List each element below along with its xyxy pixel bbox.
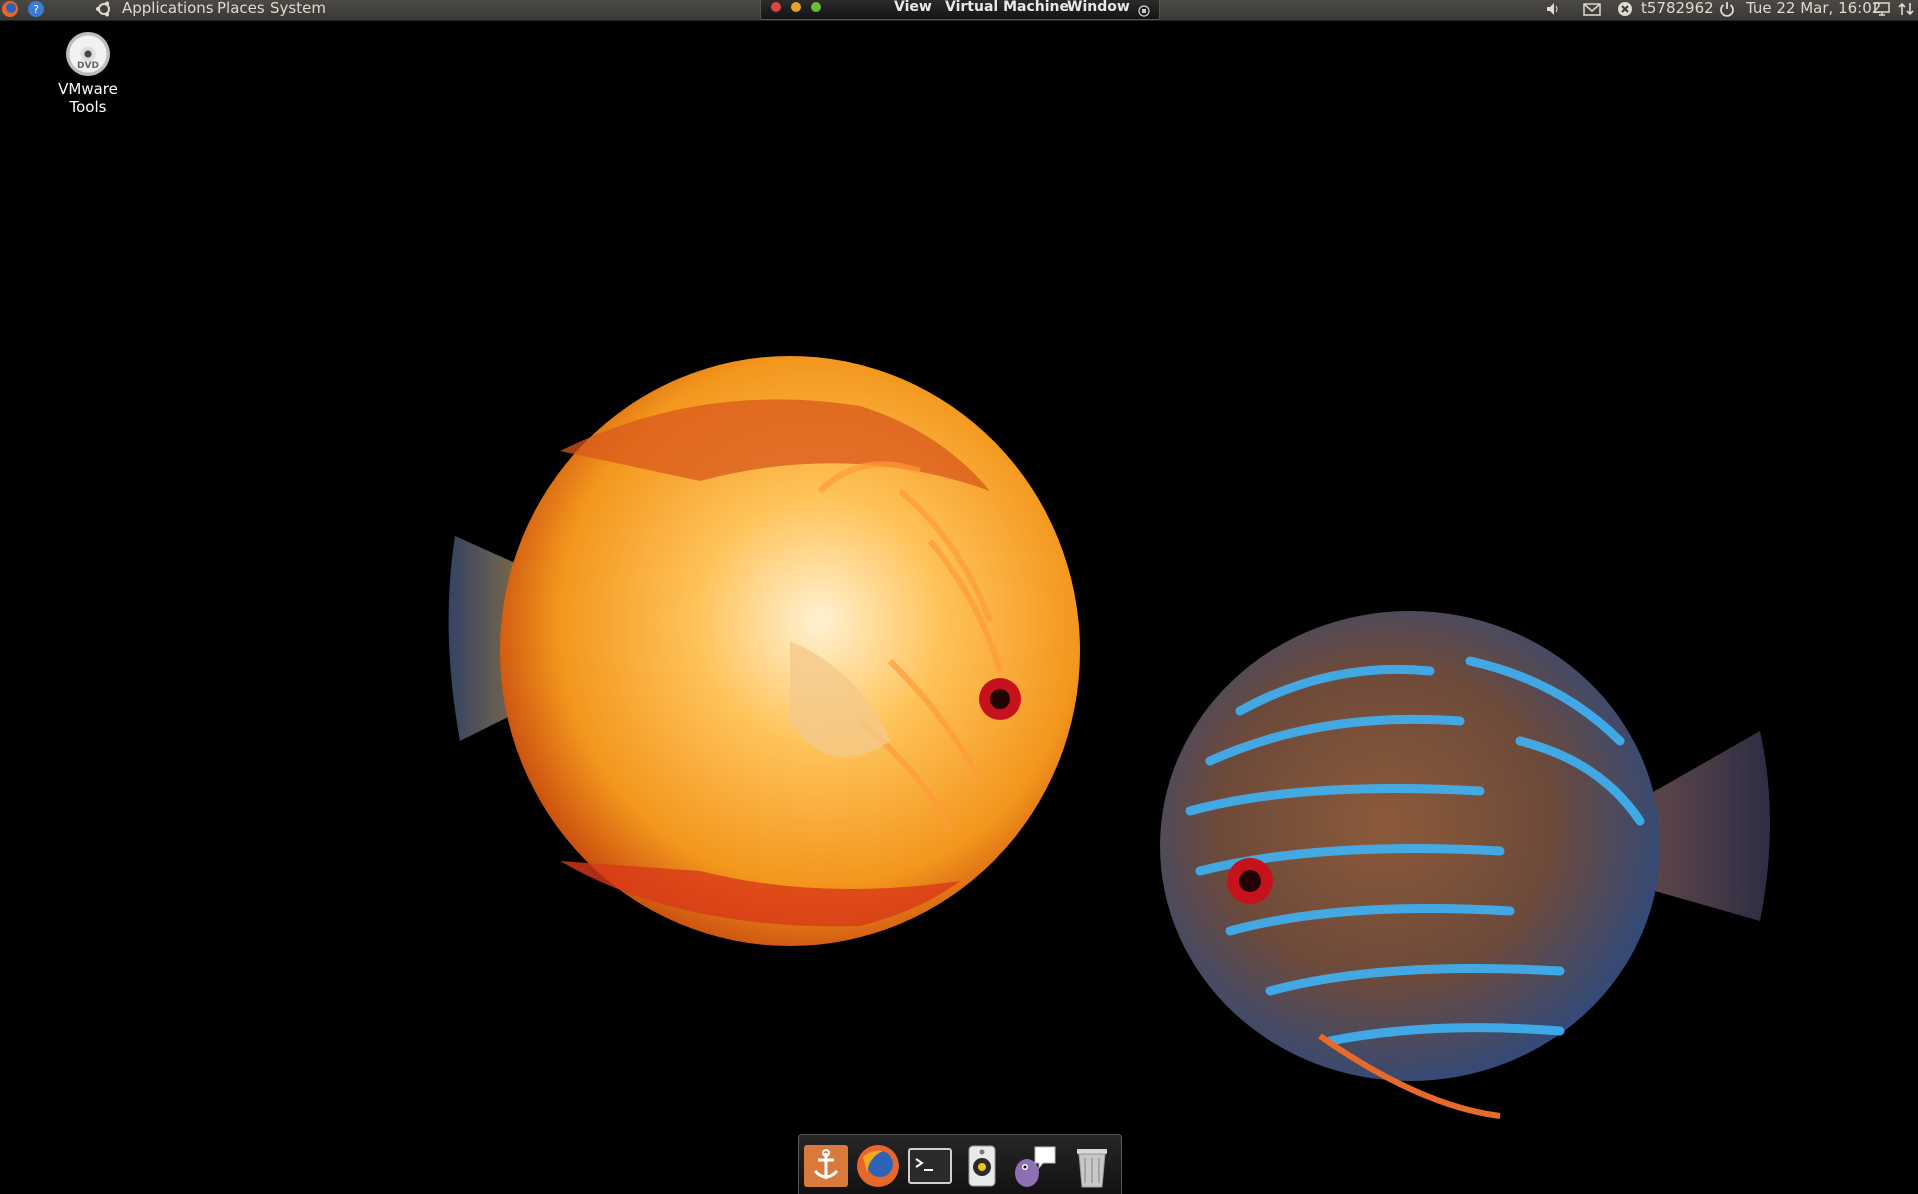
virtual-machine-menu[interactable]: Virtual Machine [945, 0, 1069, 15]
blue-discus-fish [1160, 611, 1770, 1119]
wallpaper [448, 356, 1770, 1119]
dvd-disc-text: DVD [77, 61, 99, 71]
firefox-launcher-dock[interactable] [855, 1143, 901, 1189]
terminal-icon [908, 1148, 952, 1184]
power-icon[interactable] [1718, 0, 1736, 20]
close-window-button[interactable] [771, 2, 781, 12]
anchor-launcher[interactable] [803, 1143, 849, 1189]
mail-icon[interactable] [1582, 0, 1602, 20]
network-icon[interactable] [1896, 0, 1916, 20]
pidgin-icon [1015, 1146, 1056, 1187]
ubuntu-logo-icon[interactable] [94, 0, 114, 20]
firefox-launcher[interactable] [0, 0, 20, 20]
vm-toolbar: View Virtual Machine Window [760, 0, 1160, 20]
places-menu[interactable]: Places [217, 0, 265, 20]
minimize-window-button[interactable] [791, 2, 801, 12]
user-name[interactable]: t5782962 [1641, 0, 1714, 20]
desktop-icon-vmware-tools[interactable]: DVD VMware Tools [38, 32, 138, 116]
window-menu[interactable]: Window [1067, 0, 1130, 15]
speaker-icon [968, 1145, 996, 1187]
speaker-launcher[interactable] [959, 1143, 1005, 1189]
terminal-launcher[interactable] [907, 1143, 953, 1189]
dock [798, 1134, 1122, 1194]
dvd-icon: DVD [66, 32, 110, 76]
applications-menu[interactable]: Applications [122, 0, 214, 20]
anchor-icon [804, 1145, 848, 1187]
desktop: ? Applications Places System t5782962 Tu… [0, 0, 1918, 1194]
help-icon: ? [28, 1, 44, 17]
trash-icon [1077, 1149, 1107, 1188]
clock[interactable]: Tue 22 Mar, 16:02 [1746, 0, 1881, 20]
display-icon[interactable] [1872, 0, 1892, 20]
system-menu[interactable]: System [270, 0, 326, 20]
trash-launcher[interactable] [1069, 1143, 1115, 1189]
firefox-icon [857, 1145, 899, 1187]
vm-settings-icon[interactable] [1138, 2, 1150, 21]
gold-discus-fish [448, 356, 1080, 946]
desktop-icon-label: VMware Tools [58, 80, 118, 116]
pidgin-launcher[interactable] [1011, 1143, 1057, 1189]
firefox-icon [2, 1, 18, 17]
status-icon[interactable] [1616, 0, 1634, 20]
view-menu[interactable]: View [894, 0, 932, 15]
svg-text:?: ? [33, 3, 39, 16]
volume-icon[interactable] [1544, 0, 1562, 20]
maximize-window-button[interactable] [811, 2, 821, 12]
help-launcher[interactable]: ? [26, 0, 46, 20]
